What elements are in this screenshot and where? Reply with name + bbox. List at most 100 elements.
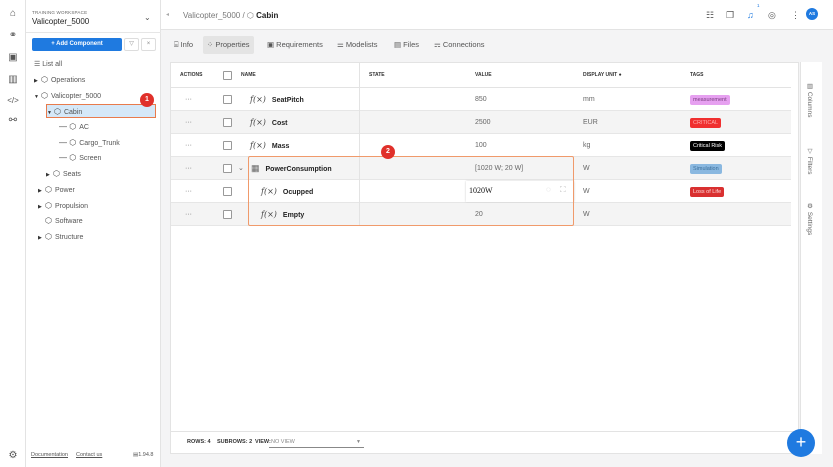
property-unit[interactable]: kg [583, 134, 590, 157]
contact-link[interactable]: Contact us [76, 452, 102, 458]
tab-requirements[interactable]: ▣ Requirements [263, 36, 327, 54]
property-value[interactable]: 850 [475, 88, 487, 111]
close-icon[interactable]: × [141, 38, 156, 51]
cube-icon: ⬡ [45, 232, 52, 241]
more-icon[interactable]: ⋮ [791, 10, 800, 21]
add-fab-button[interactable]: + [787, 429, 815, 457]
row-checkbox[interactable] [223, 210, 232, 219]
property-name: SeatPitch [271, 97, 304, 104]
bell-icon[interactable]: ♫ [747, 10, 754, 20]
avatar[interactable]: AS [806, 8, 818, 20]
tab-properties[interactable]: ⁘ Properties [203, 36, 254, 54]
row-checkbox[interactable] [223, 141, 232, 150]
tree-item-power[interactable]: ▶ ⬡ Power [38, 183, 75, 197]
tab-files[interactable]: ▤ Files [390, 36, 423, 54]
annotation-badge-1: 1 [140, 93, 154, 107]
home-icon[interactable]: ⌂ [7, 8, 19, 20]
tree-item-structure[interactable]: ▶ ⬡ Structure [38, 230, 83, 244]
settings-icon[interactable]: ⚙ [7, 450, 19, 462]
property-unit[interactable]: W [583, 203, 590, 226]
function-icon: f(×) [250, 118, 266, 127]
columns-icon: ▥ [806, 82, 813, 92]
row-checkbox[interactable] [223, 95, 232, 104]
list-all[interactable]: ☰ List all [34, 58, 62, 72]
cube-icon: ⬡ [45, 185, 52, 194]
annotation-badge-2: 2 [381, 145, 395, 159]
row-actions-button[interactable]: ··· [185, 111, 192, 134]
filter-icon: ▽ [806, 147, 813, 157]
function-icon: f(×) [250, 141, 266, 150]
tab-modelists[interactable]: ⚌ Modelists [333, 36, 382, 54]
header-value[interactable]: VALUE [475, 63, 492, 88]
requirements-icon[interactable]: ▣ [7, 52, 19, 64]
header-state[interactable]: STATE [369, 63, 385, 88]
sidebar: TRAINING WORKSPACE Valicopter_5000 ⌄ + A… [26, 0, 161, 467]
function-icon: f(×) [250, 95, 266, 104]
table-row[interactable]: ··· f(×) Mass 100 kg Critical Risk [171, 134, 791, 157]
workspace-name[interactable]: Valicopter_5000 [32, 17, 89, 26]
chevron-down-icon[interactable]: ⌄ [144, 13, 151, 22]
view-select[interactable]: NO VIEW ▼ [269, 436, 364, 448]
expand-chevron-icon[interactable]: ⌄ [238, 157, 244, 180]
tree-item-operations[interactable]: ▶ ⬡ Operations [34, 73, 85, 87]
columns-panel-toggle[interactable]: ▥ Columns [805, 82, 813, 117]
property-value[interactable]: 100 [475, 134, 487, 157]
breadcrumb-parent[interactable]: Valicopter_5000 / [183, 11, 245, 20]
header-actions: ACTIONS [180, 63, 203, 88]
tree-item-seats[interactable]: ▶ ⬡ Seats [46, 167, 81, 181]
properties-table: ACTIONS NAME STATE VALUE DISPLAY UNIT ● … [170, 62, 800, 454]
tree-item-software[interactable]: ⬡ Software [38, 214, 83, 228]
property-unit[interactable]: W [583, 157, 590, 180]
tag-badge: Critical Risk [690, 141, 726, 151]
row-checkbox[interactable] [223, 164, 232, 173]
cube-icon: ⬡ [45, 201, 52, 210]
tree-item-screen[interactable]: — ⬡ Screen [59, 151, 101, 165]
row-checkbox[interactable] [223, 187, 232, 196]
property-unit[interactable]: EUR [583, 111, 598, 134]
tree-item-cabin[interactable]: ▼ ⬡ Cabin [46, 104, 156, 118]
cube-icon: ⬡ [246, 11, 254, 20]
tag-badge: Loss of Life [690, 187, 725, 197]
filter-icon[interactable]: ▽ [124, 38, 139, 51]
analytics-icon[interactable]: ▥ [7, 74, 19, 86]
check-circle-icon[interactable]: ◎ [768, 10, 776, 21]
collapse-icon[interactable]: ◂ [166, 11, 169, 18]
header-tags[interactable]: TAGS [690, 63, 704, 88]
add-component-button[interactable]: + Add Component [32, 38, 122, 51]
property-name: Cost [271, 120, 288, 127]
workspace-label: TRAINING WORKSPACE [32, 10, 88, 15]
table-row[interactable]: ··· f(×) Cost 2500 EUR CRITICAL [171, 111, 791, 134]
tree-item-cargo-trunk[interactable]: — ⬡ Cargo_Trunk [59, 136, 120, 150]
tree-item-propulsion[interactable]: ▶ ⬡ Propulsion [38, 199, 88, 213]
components-icon[interactable]: ⚭ [7, 30, 19, 42]
property-unit[interactable]: W [583, 180, 590, 203]
dropdown-arrow-icon: ▼ [356, 439, 361, 445]
checklist-icon[interactable]: ☷ [706, 10, 714, 21]
property-unit[interactable]: mm [583, 88, 595, 111]
settings-panel-toggle[interactable]: ⚙ Settings [805, 202, 813, 235]
row-actions-button[interactable]: ··· [185, 88, 192, 111]
link-icon[interactable]: ⚯ [7, 115, 19, 127]
header-name[interactable]: NAME [241, 63, 256, 88]
list-icon: ☰ [34, 61, 43, 68]
row-actions-button[interactable]: ··· [185, 180, 192, 203]
select-all-checkbox[interactable] [223, 71, 232, 80]
tab-connections[interactable]: ⚎ Connections [430, 36, 489, 54]
row-checkbox[interactable] [223, 118, 232, 127]
table-footer: ROWS: 4 SUBROWS: 2 VIEW: NO VIEW ▼ [171, 431, 800, 453]
header-unit[interactable]: DISPLAY UNIT ● [583, 63, 622, 88]
row-actions-button[interactable]: ··· [185, 157, 192, 180]
cube-icon: — ⬡ [59, 122, 77, 131]
row-actions-button[interactable]: ··· [185, 134, 192, 157]
tree-item-valicopter[interactable]: ▼ ⬡ Valicopter_5000 [34, 89, 101, 103]
tab-info[interactable]: ⌸ Info [170, 36, 197, 54]
version: ▤1.94.8 [133, 452, 154, 458]
tree-item-ac[interactable]: — ⬡ AC [59, 120, 89, 134]
property-value[interactable]: 2500 [475, 111, 491, 134]
row-actions-button[interactable]: ··· [185, 203, 192, 226]
documentation-link[interactable]: Documentation [31, 452, 68, 458]
code-icon[interactable]: </> [7, 95, 19, 107]
filters-panel-toggle[interactable]: ▽ Filters [805, 147, 813, 175]
chat-icon[interactable]: ❐ [726, 10, 734, 21]
table-row[interactable]: ··· f(×) SeatPitch 850 mm measurement [171, 88, 791, 111]
